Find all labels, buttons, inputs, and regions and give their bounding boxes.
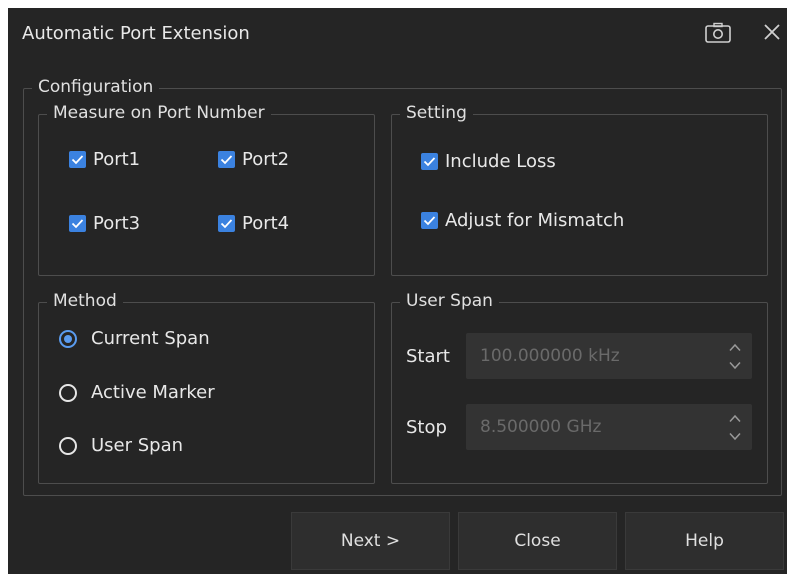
close-icon[interactable] xyxy=(760,20,784,44)
user-span-label: User Span xyxy=(91,435,184,456)
port1-checkbox[interactable]: Port1 xyxy=(69,149,140,170)
automatic-port-extension-dialog: Automatic Port Extension Configuration M… xyxy=(8,8,787,574)
title-bar: Automatic Port Extension xyxy=(8,8,787,60)
user-span-group-label: User Span xyxy=(400,291,499,311)
user-span-group: User Span xyxy=(391,291,768,484)
next-button[interactable]: Next > xyxy=(291,512,450,570)
adjust-mismatch-checkbox[interactable]: Adjust for Mismatch xyxy=(421,210,624,231)
user-span-radio[interactable]: User Span xyxy=(59,435,183,456)
close-button[interactable]: Close xyxy=(458,512,617,570)
port3-checkbox[interactable]: Port3 xyxy=(69,213,140,234)
adjust-mismatch-label: Adjust for Mismatch xyxy=(445,210,625,231)
setting-label: Setting xyxy=(400,103,473,123)
check-icon xyxy=(218,215,235,232)
port4-label: Port4 xyxy=(242,213,290,234)
check-icon xyxy=(421,212,438,229)
include-loss-label: Include Loss xyxy=(445,151,556,172)
setting-group: Setting xyxy=(391,103,768,276)
camera-icon[interactable] xyxy=(704,22,732,44)
current-span-label: Current Span xyxy=(91,328,210,349)
measure-port-group: Measure on Port Number xyxy=(38,103,375,276)
start-label: Start xyxy=(406,346,450,367)
include-loss-checkbox[interactable]: Include Loss xyxy=(421,151,556,172)
check-icon xyxy=(69,151,86,168)
stop-input[interactable] xyxy=(466,404,716,450)
chevron-up-icon[interactable] xyxy=(726,340,744,354)
check-icon xyxy=(69,215,86,232)
port4-checkbox[interactable]: Port4 xyxy=(218,213,289,234)
radio-unselected-icon xyxy=(59,383,77,402)
chevron-up-icon[interactable] xyxy=(726,411,744,425)
chevron-down-icon[interactable] xyxy=(726,429,744,443)
active-marker-radio[interactable]: Active Marker xyxy=(59,382,215,403)
port2-checkbox[interactable]: Port2 xyxy=(218,149,289,170)
chevron-down-icon[interactable] xyxy=(726,358,744,372)
check-icon xyxy=(218,151,235,168)
active-marker-label: Active Marker xyxy=(91,382,215,403)
port2-label: Port2 xyxy=(242,149,290,170)
start-spinbox[interactable] xyxy=(466,333,752,379)
current-span-radio[interactable]: Current Span xyxy=(59,328,210,349)
port1-label: Port1 xyxy=(93,149,141,170)
start-input[interactable] xyxy=(466,333,716,379)
radio-unselected-icon xyxy=(59,436,77,455)
check-icon xyxy=(421,153,438,170)
configuration-label: Configuration xyxy=(32,77,160,97)
stop-spinbox[interactable] xyxy=(466,404,752,450)
measure-port-label: Measure on Port Number xyxy=(47,103,271,123)
dialog-title: Automatic Port Extension xyxy=(22,23,250,44)
method-label: Method xyxy=(47,291,123,311)
radio-selected-icon xyxy=(59,329,77,348)
stop-label: Stop xyxy=(406,417,447,438)
help-button[interactable]: Help xyxy=(625,512,784,570)
port3-label: Port3 xyxy=(93,213,141,234)
